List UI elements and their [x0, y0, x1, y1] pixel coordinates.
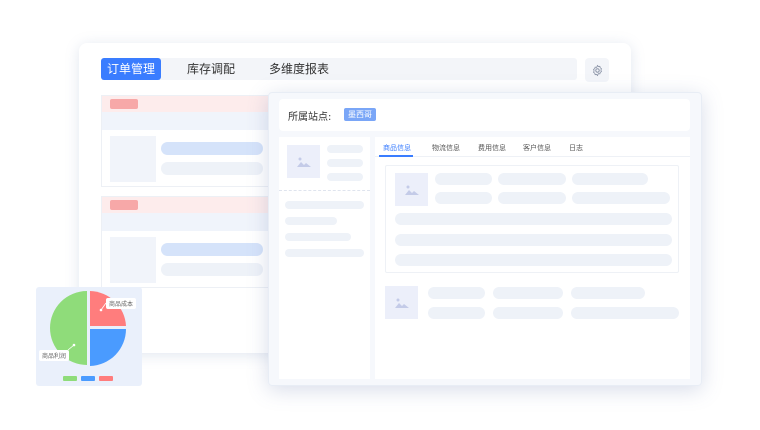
order-meta-row	[102, 112, 290, 130]
tab-order-management[interactable]: 订单管理	[101, 58, 161, 80]
active-tab-indicator	[379, 155, 413, 157]
placeholder-bar	[161, 263, 263, 276]
status-badge	[110, 99, 138, 109]
product-info-box	[385, 165, 679, 273]
legend-swatch-green	[63, 376, 77, 381]
tab-divider	[375, 156, 690, 157]
placeholder-bar	[571, 287, 645, 299]
placeholder-bar	[395, 213, 672, 225]
tab-logistics-info[interactable]: 物流信息	[432, 143, 460, 153]
placeholder-bar	[285, 233, 351, 241]
divider	[279, 190, 370, 191]
placeholder-bar	[435, 192, 492, 204]
product-thumbnail	[110, 136, 156, 182]
placeholder-bar	[327, 145, 363, 153]
placeholder-bar	[493, 287, 563, 299]
placeholder-bar	[285, 249, 364, 257]
image-placeholder-icon	[395, 173, 428, 206]
tab-inventory-allocation[interactable]: 库存调配	[187, 58, 235, 80]
placeholder-bar	[161, 162, 263, 175]
pie-label-cost: 商品成本	[106, 298, 137, 309]
placeholder-bar	[395, 254, 672, 266]
tab-fee-info[interactable]: 费用信息	[478, 143, 506, 153]
site-filter-bar: 所属站点: 墨西哥	[279, 99, 690, 131]
placeholder-bar	[285, 217, 337, 225]
pie-slice-blue	[90, 329, 126, 366]
status-badge	[110, 200, 138, 210]
image-placeholder-icon	[287, 145, 320, 178]
legend-swatch-red	[99, 376, 113, 381]
placeholder-bar	[498, 173, 566, 185]
main-tab-bar: 订单管理 库存调配 多维度报表	[101, 58, 577, 80]
detail-panel: 商品信息 物流信息 费用信息 客户信息 日志	[375, 137, 690, 379]
order-status-strip	[102, 197, 290, 213]
placeholder-bar	[493, 307, 563, 319]
order-detail-window: 所属站点: 墨西哥 商品信息 物流信息 费用信息 客户信息 日志	[268, 92, 702, 386]
placeholder-bar	[571, 307, 679, 319]
placeholder-bar	[161, 142, 263, 155]
order-status-strip	[102, 96, 290, 112]
placeholder-bar	[498, 192, 566, 204]
settings-button[interactable]	[585, 58, 609, 82]
placeholder-bar	[572, 173, 648, 185]
tab-log[interactable]: 日志	[569, 143, 583, 153]
tab-customer-info[interactable]: 客户信息	[523, 143, 551, 153]
tab-product-info[interactable]: 商品信息	[383, 143, 411, 153]
placeholder-bar	[327, 159, 363, 167]
order-card[interactable]	[101, 95, 291, 187]
placeholder-bar	[161, 243, 263, 256]
legend-swatch-blue	[81, 376, 95, 381]
placeholder-bar	[285, 201, 364, 209]
profit-pie-widget: 商品成本 商品利润	[36, 287, 142, 386]
product-thumbnail	[110, 237, 156, 283]
placeholder-bar	[428, 307, 485, 319]
pie-label-profit: 商品利润	[39, 350, 70, 361]
gear-icon	[592, 64, 602, 76]
placeholder-bar	[395, 234, 672, 246]
order-meta-row	[102, 213, 290, 231]
placeholder-bar	[428, 287, 485, 299]
order-card[interactable]	[101, 196, 291, 288]
tab-multidimensional-reports[interactable]: 多维度报表	[269, 58, 329, 80]
placeholder-bar	[327, 173, 363, 181]
placeholder-bar	[435, 173, 492, 185]
product-list-panel	[279, 137, 370, 379]
image-placeholder-icon	[385, 286, 418, 319]
placeholder-bar	[572, 192, 670, 204]
site-tag[interactable]: 墨西哥	[344, 108, 376, 121]
site-label: 所属站点:	[288, 112, 332, 123]
